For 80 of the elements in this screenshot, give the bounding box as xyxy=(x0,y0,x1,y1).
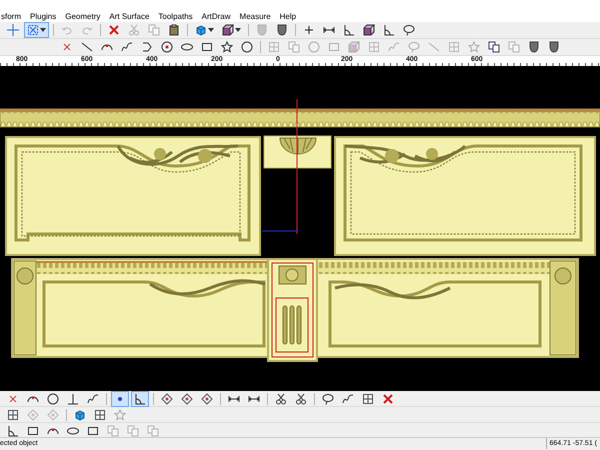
cube-icon xyxy=(195,24,207,36)
menu-item[interactable]: Toolpaths xyxy=(158,11,193,22)
curve-icon xyxy=(388,41,400,53)
copy-icon xyxy=(127,424,139,436)
angle-icon xyxy=(343,24,355,36)
diamond-icon xyxy=(161,392,173,404)
star-icon xyxy=(221,41,233,53)
cross-icon xyxy=(7,392,19,404)
cut-icon xyxy=(275,392,287,404)
diamond-icon xyxy=(47,408,59,420)
star-icon xyxy=(468,41,480,53)
angle-button[interactable] xyxy=(131,391,149,406)
cut-icon xyxy=(128,24,140,36)
circle-icon xyxy=(308,41,320,53)
select-button[interactable] xyxy=(24,22,49,38)
delete-icon xyxy=(108,24,120,36)
menu-item[interactable]: Art Surface xyxy=(109,11,150,22)
copy-icon xyxy=(488,41,500,53)
copy-icon xyxy=(147,424,159,436)
copy-icon xyxy=(288,41,300,53)
circle-icon xyxy=(47,392,59,404)
menu-item[interactable]: Geometry xyxy=(65,11,100,22)
curve-icon xyxy=(87,392,99,404)
box-icon xyxy=(348,41,360,53)
grid-icon xyxy=(448,41,460,53)
polygon-icon xyxy=(141,41,153,53)
lasso-icon xyxy=(408,41,420,53)
box-icon xyxy=(222,24,234,36)
rect-icon xyxy=(27,424,39,436)
angle-icon xyxy=(134,392,146,404)
cube-icon xyxy=(74,408,86,420)
plus-icon xyxy=(303,24,315,36)
crosshair-button[interactable] xyxy=(4,22,22,38)
fan-ornament-drawing xyxy=(264,136,332,168)
shield-icon xyxy=(256,24,268,36)
crosshair-icon xyxy=(7,24,19,36)
paste-icon xyxy=(168,24,180,36)
diamond-icon xyxy=(181,392,193,404)
grid-icon xyxy=(362,392,374,404)
delete-icon xyxy=(382,392,394,404)
diamond-icon xyxy=(201,392,213,404)
node-button[interactable] xyxy=(111,391,129,406)
shield-icon xyxy=(276,24,288,36)
shield-icon xyxy=(548,41,560,53)
curve-icon xyxy=(121,41,133,53)
angle-icon xyxy=(383,24,395,36)
select-icon xyxy=(27,24,39,36)
shield-icon xyxy=(528,41,540,53)
circle-dot-icon xyxy=(161,41,173,53)
ellipse-icon xyxy=(67,424,79,436)
grid-icon xyxy=(368,41,380,53)
grid-icon xyxy=(94,408,106,420)
circle-icon xyxy=(241,41,253,53)
line-icon xyxy=(428,41,440,53)
cross-icon xyxy=(61,41,73,53)
menu-item[interactable]: Plugins xyxy=(30,11,56,22)
grid-icon xyxy=(268,41,280,53)
cut-icon xyxy=(295,392,307,404)
menu-item[interactable]: Help xyxy=(280,11,296,22)
rect-icon xyxy=(201,41,213,53)
lasso-icon xyxy=(403,24,415,36)
line-icon xyxy=(81,41,93,53)
grid-icon xyxy=(7,408,19,420)
ellipse-icon xyxy=(181,41,193,53)
rect-icon xyxy=(87,424,99,436)
menu-item[interactable]: ArtDraw xyxy=(202,11,231,22)
copy-icon xyxy=(148,24,160,36)
menu-item[interactable]: sform xyxy=(1,11,21,22)
perpendicular-icon xyxy=(67,392,79,404)
copy-icon xyxy=(508,41,520,53)
diamond-icon xyxy=(27,408,39,420)
copy-icon xyxy=(107,424,119,436)
menu-item[interactable]: Measure xyxy=(240,11,271,22)
lasso-icon xyxy=(322,392,334,404)
angle-icon xyxy=(7,424,19,436)
star-icon xyxy=(114,408,126,420)
dimension-icon xyxy=(323,24,335,36)
rect-icon xyxy=(328,41,340,53)
curve-icon xyxy=(342,392,354,404)
box-icon xyxy=(363,24,375,36)
